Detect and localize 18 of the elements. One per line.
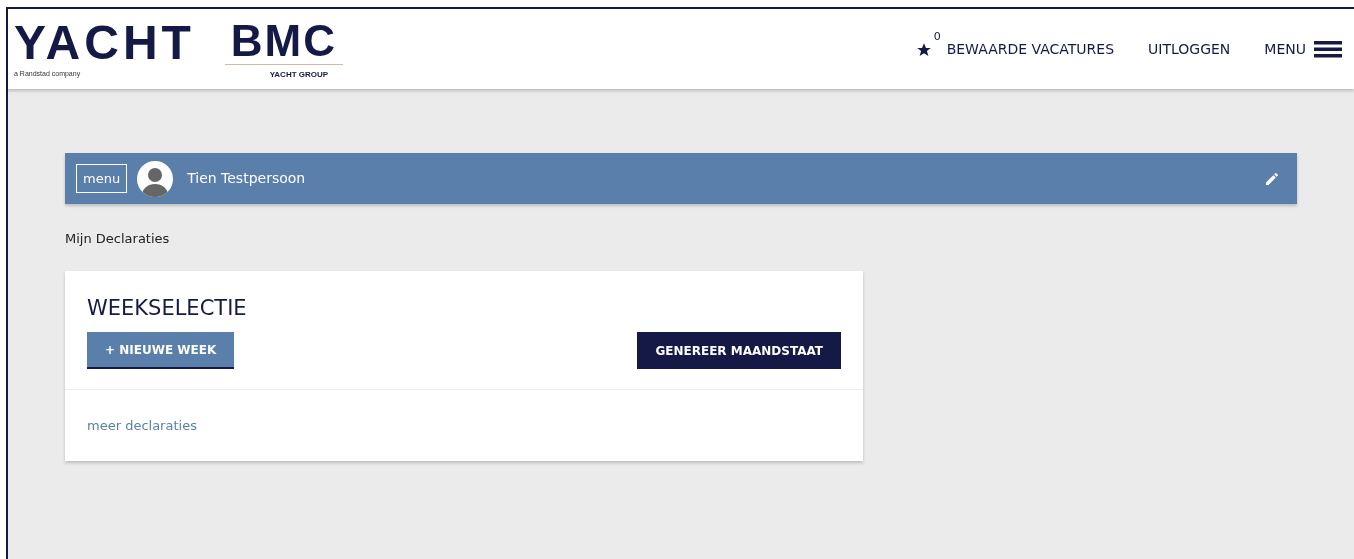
partner-tagline: YACHT GROUP — [269, 69, 329, 81]
user-name: Tien Testpersoon — [187, 169, 306, 188]
more-link[interactable]: meer declaraties — [87, 418, 197, 433]
avatar-icon — [137, 160, 174, 197]
saved-count: 0 — [933, 28, 941, 45]
nav-link[interactable]: BEWAARDE VACATURES — [946, 38, 1115, 60]
logo-wordmark: YACHT — [14, 21, 195, 65]
menu-icon — [1314, 40, 1342, 58]
star-icon[interactable] — [915, 42, 932, 58]
action-button[interactable]: + NIEUWE WEEK — [87, 332, 235, 369]
nav-link[interactable]: UITLOGGEN — [1148, 38, 1231, 60]
menu-button[interactable]: MENU — [1264, 38, 1342, 60]
menu-button[interactable]: menu — [76, 164, 128, 193]
action-button[interactable]: GENEREER MAANDSTAAT — [637, 332, 841, 369]
breadcrumb: Mijn Declaraties — [65, 230, 171, 248]
card-title: WEEKSELECTIE — [87, 294, 248, 322]
pencil-icon[interactable] — [1264, 170, 1280, 187]
partner-wordmark: BMC — [229, 21, 338, 61]
